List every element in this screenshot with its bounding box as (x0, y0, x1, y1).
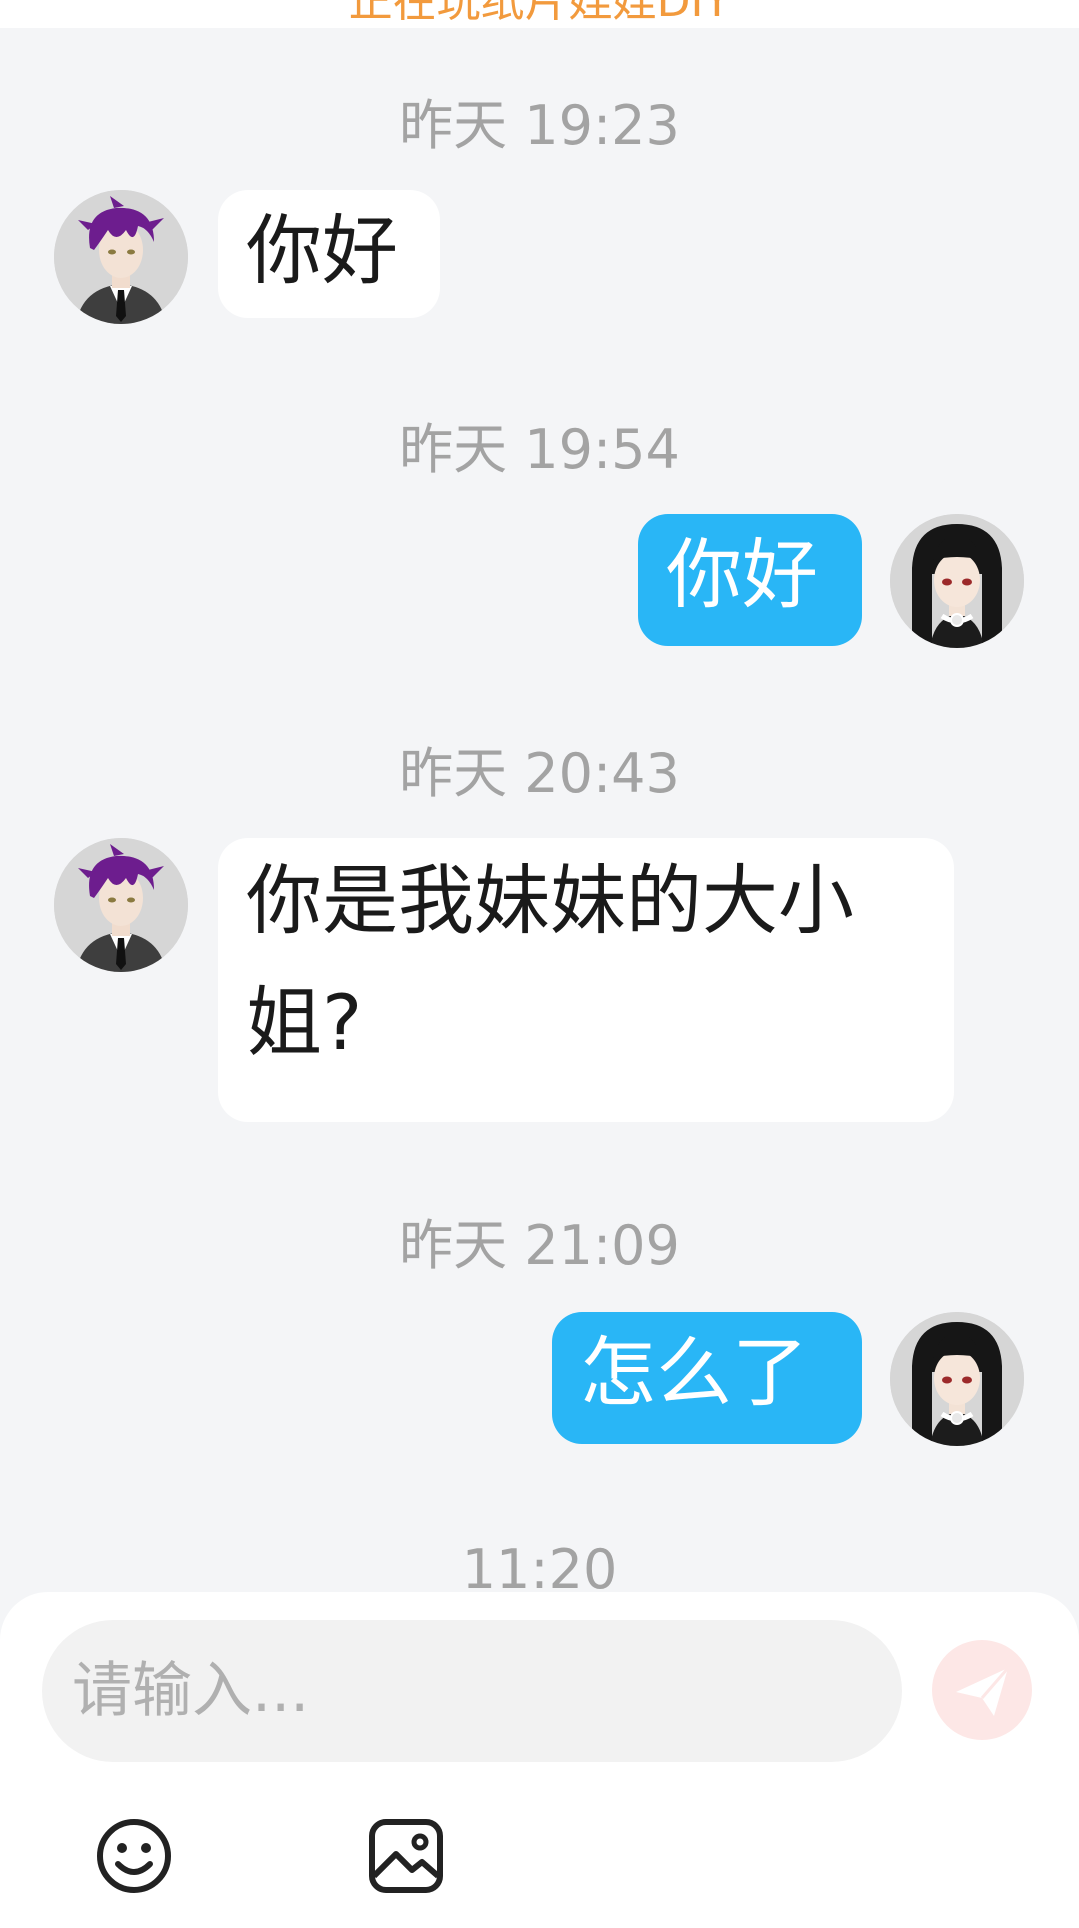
girl-avatar-icon (890, 1312, 1024, 1446)
avatar-self[interactable] (890, 514, 1024, 648)
emoji-button[interactable] (94, 1816, 174, 1896)
avatar-other[interactable] (54, 190, 188, 324)
image-icon (369, 1819, 443, 1893)
emoji-icon (97, 1819, 171, 1893)
boy-avatar-icon (54, 190, 188, 324)
send-button[interactable] (932, 1640, 1032, 1740)
girl-avatar-icon (890, 514, 1024, 648)
message-composer (0, 1592, 1079, 1928)
activity-status-title: 正在玩纸片娃娃DIY (348, 0, 731, 27)
avatar-other[interactable] (54, 838, 188, 972)
timestamp: 昨天 21:09 (399, 1214, 680, 1277)
top-bar: 正在玩纸片娃娃DIY (0, 0, 1079, 28)
message-bubble-incoming[interactable]: 你是我妹妹的大小姐? (218, 838, 954, 1122)
message-input[interactable] (42, 1620, 902, 1762)
message-bubble-incoming[interactable]: 你好 (218, 190, 440, 318)
boy-avatar-icon (54, 838, 188, 972)
message-bubble-outgoing[interactable]: 怎么了 (552, 1312, 862, 1444)
image-button[interactable] (366, 1816, 446, 1896)
message-bubble-outgoing[interactable]: 你好 (638, 514, 862, 646)
paper-plane-icon (956, 1667, 1010, 1716)
avatar-self[interactable] (890, 1312, 1024, 1446)
timestamp: 昨天 19:54 (399, 418, 680, 481)
timestamp: 昨天 19:23 (399, 94, 680, 157)
timestamp: 昨天 20:43 (399, 742, 680, 805)
